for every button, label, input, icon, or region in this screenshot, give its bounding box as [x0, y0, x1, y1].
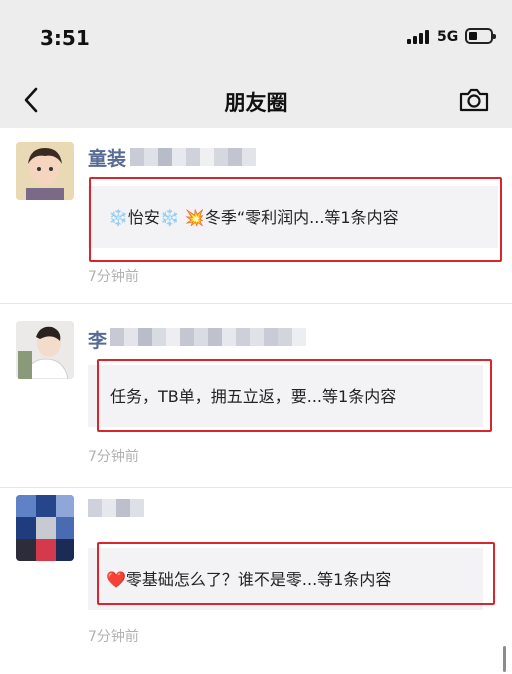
avatar[interactable] [16, 142, 74, 200]
page-title: 朋友圈 [224, 91, 288, 115]
highlight-box [89, 177, 502, 262]
avatar[interactable] [16, 495, 74, 561]
post-time: 7分钟前 [88, 629, 139, 645]
scrollbar[interactable] [503, 646, 506, 672]
status-time: 3:51 [40, 26, 90, 50]
highlight-box [97, 359, 492, 432]
post-time: 7分钟前 [88, 269, 139, 285]
blurred-name-redaction [130, 148, 256, 168]
status-bar: 3:51 5G [0, 0, 512, 72]
blurred-name-redaction [110, 328, 306, 348]
moments-feed: 童装 ❄️怡安❄️ 💥冬季“零利润内...等1条内容 7分钟前 李 任务，TB单… [0, 128, 512, 674]
network-type: 5G [437, 29, 459, 45]
post-author-name[interactable]: 李 [88, 326, 107, 353]
post-item: 童装 ❄️怡安❄️ 💥冬季“零利润内...等1条内容 7分钟前 [0, 128, 512, 304]
highlight-box [97, 542, 495, 605]
post-time: 7分钟前 [88, 449, 139, 465]
signal-icon [407, 30, 429, 44]
battery-icon [465, 28, 496, 44]
post-item: 李 任务，TB单，拥五立返，要...等1条内容 7分钟前 [0, 305, 512, 488]
nav-bar: 朋友圈 [0, 72, 512, 128]
camera-icon[interactable] [458, 86, 490, 114]
post-author-name[interactable]: 童装 [88, 144, 126, 171]
blurred-name-redaction [88, 499, 144, 519]
avatar[interactable] [16, 321, 74, 379]
